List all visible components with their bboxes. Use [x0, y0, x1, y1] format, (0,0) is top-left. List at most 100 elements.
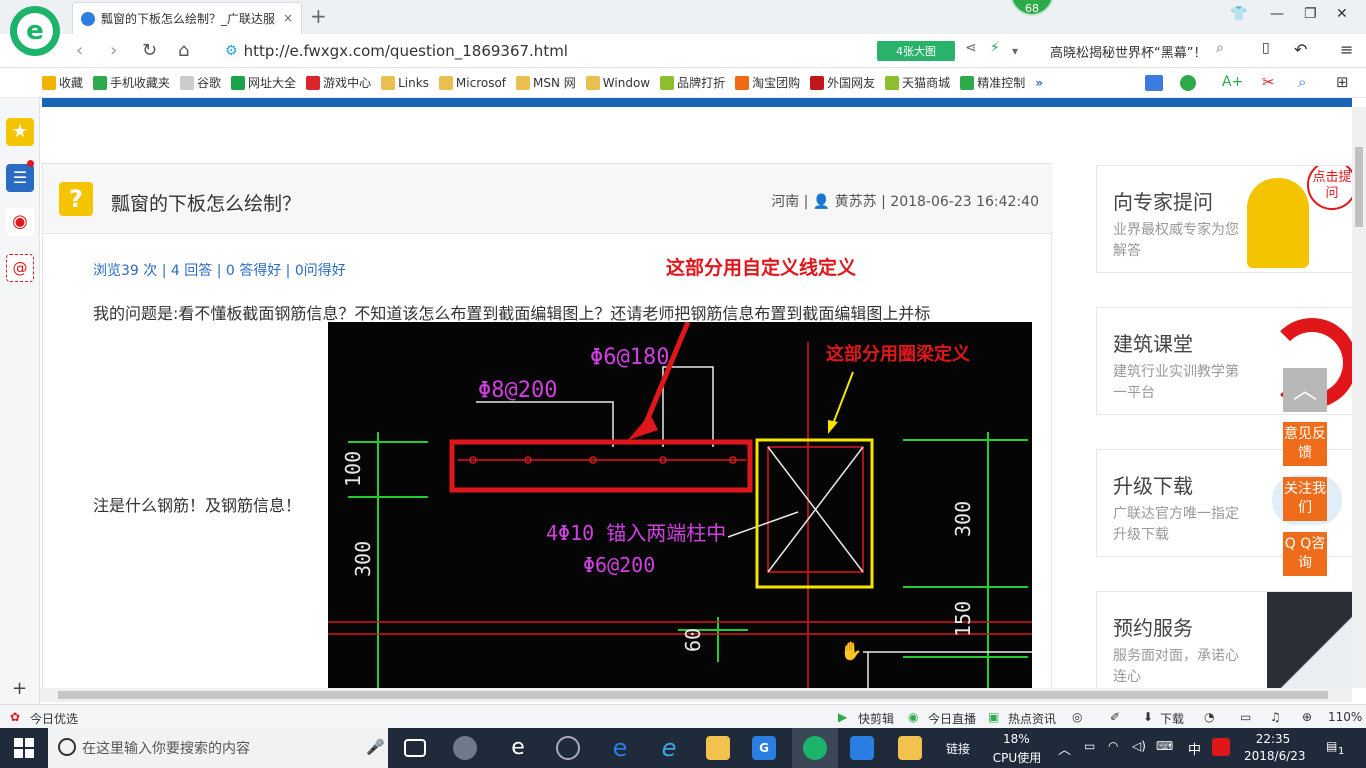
speed-icon[interactable]: ◎	[1072, 710, 1082, 724]
notes-icon[interactable]	[898, 736, 922, 760]
close-window-button[interactable]: ✕	[1336, 6, 1348, 22]
bookmark-item[interactable]: 收藏	[42, 74, 83, 91]
home-icon[interactable]: ⌂	[178, 40, 189, 61]
appointment-card[interactable]: 预约服务 服务面对面，承诺心连心	[1096, 591, 1352, 688]
phone-icon[interactable]: ▯	[1262, 40, 1270, 56]
link-label[interactable]: 链接	[946, 740, 970, 757]
share-icon[interactable]: ⋖	[965, 40, 977, 56]
app-spiral-icon[interactable]	[556, 736, 580, 760]
question-stats[interactable]: 浏览39 次 | 4 回答 | 0 答得好 | 0问得好	[93, 260, 346, 280]
big-pic-button[interactable]: 4张大图	[877, 41, 955, 61]
download-link[interactable]: 下载	[1160, 710, 1184, 727]
bookmark-item[interactable]: 手机收藏夹	[93, 74, 170, 91]
bookmark-item[interactable]: 谷歌	[180, 74, 221, 91]
keyboard-icon[interactable]: ⌨	[1156, 739, 1173, 753]
restore-button[interactable]: ❐	[1304, 6, 1317, 22]
windows-start-icon[interactable]	[14, 738, 34, 758]
bookmark-item[interactable]: 网址大全	[231, 74, 296, 91]
ime-indicator[interactable]: 中	[1188, 739, 1201, 758]
bookmark-item[interactable]: 游戏中心	[306, 74, 371, 91]
notification-icon[interactable]: ▤	[1326, 739, 1337, 753]
zoom-level[interactable]: 110%	[1328, 710, 1362, 724]
chevron-down-icon[interactable]: ▾	[1012, 44, 1018, 58]
browser-tab[interactable]: 瓢窗的下板怎么绘制？_广联达服 ×	[72, 2, 302, 34]
today-picks[interactable]: 今日优选	[30, 710, 78, 727]
magnifier-icon[interactable]: ⌕	[1298, 73, 1306, 91]
undo-icon[interactable]: ↶	[1294, 40, 1307, 59]
bookmark-item[interactable]: Window	[585, 75, 650, 90]
battery-icon[interactable]: ▭	[1084, 739, 1095, 753]
back-to-top-button[interactable]: ︿	[1283, 368, 1327, 412]
browser-e-icon[interactable]: e	[506, 736, 530, 760]
sogou-icon[interactable]	[1212, 738, 1230, 756]
weibo-icon[interactable]: ◉	[6, 208, 34, 236]
microphone-icon[interactable]: 🎤	[366, 738, 385, 756]
pin-icon[interactable]: ✐	[1110, 710, 1120, 724]
zoom-icon[interactable]: ⊕	[1302, 710, 1312, 724]
bookmark-item[interactable]: 品牌打折	[660, 74, 725, 91]
bookmark-item[interactable]: Links	[381, 75, 429, 90]
clock-date[interactable]: 2018/6/23	[1244, 749, 1306, 763]
menu-icon[interactable]: ≡	[1340, 40, 1353, 59]
feedback-button[interactable]: 意见反馈	[1283, 422, 1327, 466]
shield-icon[interactable]	[1180, 75, 1196, 91]
horizontal-scrollbar[interactable]	[40, 688, 1352, 702]
favorites-star-icon[interactable]: ★	[6, 118, 34, 146]
app-plus-icon[interactable]	[850, 736, 874, 760]
edge-icon[interactable]: e	[608, 736, 632, 760]
speaker-icon[interactable]: ◁)	[1132, 739, 1146, 753]
ask-expert-card[interactable]: 向专家提问 业界最权威专家为您解答 点击提问	[1096, 165, 1352, 273]
refresh-icon[interactable]: ↻	[142, 40, 157, 61]
forward-icon[interactable]: ›	[110, 40, 117, 61]
quick-edit-link[interactable]: 快剪辑	[858, 710, 894, 727]
app-fan-icon[interactable]	[453, 736, 477, 760]
live-link[interactable]: 今日直播	[928, 710, 976, 727]
bookmark-item[interactable]: 天猫商城	[885, 74, 950, 91]
url-field[interactable]: ⚙ http://e.fwxgx.com/question_1869367.ht…	[225, 40, 865, 62]
translate-icon[interactable]: A+	[1222, 74, 1243, 90]
site-header-band	[42, 98, 1352, 107]
apps-grid-icon[interactable]: ⊞	[1336, 73, 1349, 91]
shirt-skin-icon[interactable]: 👕	[1230, 6, 1247, 22]
browser-360-icon[interactable]	[803, 736, 827, 760]
search-icon[interactable]: ⌕	[1216, 40, 1224, 56]
tray-expand-icon[interactable]: ︿	[1058, 739, 1071, 758]
clock-time[interactable]: 22:35	[1248, 732, 1298, 746]
vertical-scrollbar[interactable]	[1352, 107, 1366, 688]
add-sidebar-icon[interactable]: +	[12, 678, 27, 699]
task-view-icon[interactable]	[404, 739, 426, 757]
sound-icon[interactable]: ◔	[1204, 710, 1214, 724]
follow-us-button[interactable]: 关注我们	[1283, 477, 1327, 521]
extension-icon[interactable]	[1145, 75, 1163, 91]
volume-icon[interactable]: ♫	[1270, 710, 1281, 724]
bookmark-item[interactable]: 淘宝团购	[735, 74, 800, 91]
app-g-icon[interactable]: G	[752, 736, 776, 760]
news-ticker[interactable]: 高晓松揭秘世界杯“黑幕”！	[1050, 42, 1206, 61]
scissors-icon[interactable]: ✂	[1262, 73, 1275, 91]
ie-icon[interactable]: e	[657, 736, 681, 760]
news-list-icon[interactable]: ☰	[6, 164, 34, 192]
back-icon[interactable]: ‹	[76, 40, 83, 61]
taskbar-search-input[interactable]: 在这里输入你要搜索的内容 🎤	[48, 728, 388, 768]
ask-badge[interactable]: 点击提问	[1307, 166, 1352, 210]
bookmark-item[interactable]: 外国网友	[810, 74, 875, 91]
bookmark-item[interactable]: Microsof	[438, 75, 506, 90]
notification-badge[interactable]: 68	[1010, 0, 1054, 16]
scroll-thumb[interactable]	[1355, 147, 1363, 227]
qq-consult-button[interactable]: Q Q咨询	[1283, 532, 1327, 576]
bookmark-item[interactable]: MSN 网	[516, 74, 576, 91]
hot-news-link[interactable]: 热点资讯	[1008, 710, 1056, 727]
bookmarks-overflow-icon[interactable]: »	[1035, 76, 1043, 90]
minimize-button[interactable]: —	[1270, 6, 1284, 22]
new-tab-button[interactable]: +	[310, 4, 327, 28]
wifi-icon[interactable]: ◠	[1108, 739, 1118, 753]
lightning-icon[interactable]: ⚡	[990, 40, 1000, 56]
file-explorer-icon[interactable]	[706, 736, 730, 760]
bookmark-item[interactable]: 精准控制	[960, 74, 1025, 91]
email-icon[interactable]: @	[6, 254, 34, 282]
scroll-thumb[interactable]	[58, 691, 1328, 699]
window-icon[interactable]: ▭	[1240, 710, 1251, 724]
cpu-value: 18%	[1003, 732, 1030, 746]
browser-logo[interactable]: e	[10, 6, 60, 56]
tab-close-button[interactable]: ×	[283, 11, 293, 25]
